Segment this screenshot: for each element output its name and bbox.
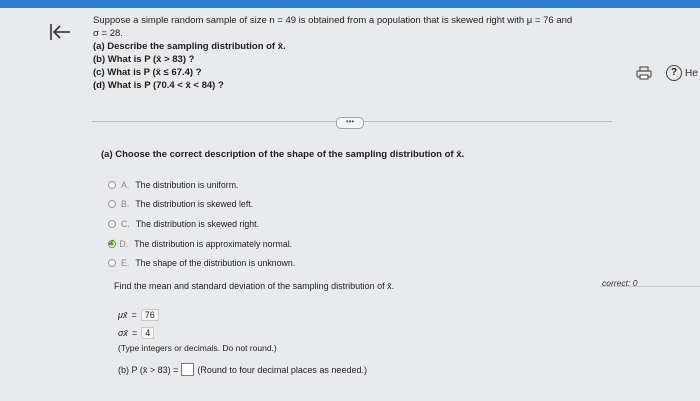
mean-answer-box[interactable]: 76 bbox=[140, 309, 159, 321]
option-b-letter: B. bbox=[121, 199, 130, 209]
option-c-letter: C. bbox=[121, 219, 130, 229]
option-a[interactable]: A. The distribution is uniform. bbox=[108, 180, 238, 190]
sd-symbol: σx̄ bbox=[118, 328, 128, 338]
radio-b[interactable] bbox=[108, 200, 116, 208]
question-a-prompt: (a) Choose the correct description of th… bbox=[101, 149, 465, 160]
question-content: (a) Choose the correct description of th… bbox=[0, 0, 700, 401]
part-b-suffix: (Round to four decimal places as needed.… bbox=[197, 364, 367, 375]
mean-row: μx̄ = 76 bbox=[118, 309, 159, 321]
option-d[interactable]: ✔ D. The distribution is approximately n… bbox=[107, 238, 293, 249]
mean-equals: = bbox=[131, 310, 137, 320]
option-d-text: The distribution is approximately normal… bbox=[134, 238, 293, 249]
option-e-text: The shape of the distribution is unknown… bbox=[135, 258, 296, 268]
instruction-hint: (Type integers or decimals. Do not round… bbox=[118, 343, 277, 353]
option-b[interactable]: B. The distribution is skewed left. bbox=[108, 199, 253, 209]
option-a-letter: A. bbox=[121, 180, 130, 190]
option-c[interactable]: C. The distribution is skewed right. bbox=[108, 219, 259, 229]
sd-equals: = bbox=[131, 328, 138, 338]
part-b-prefix: (b) P (x̄ > 83) = bbox=[118, 364, 179, 375]
sd-row: σx̄ = 4 bbox=[118, 327, 155, 339]
checkmark-icon: ✔ bbox=[107, 238, 116, 249]
radio-c[interactable] bbox=[108, 220, 116, 228]
radio-a[interactable] bbox=[108, 181, 116, 189]
option-e-letter: E. bbox=[121, 258, 130, 268]
mean-symbol: μx̄ bbox=[118, 310, 128, 320]
option-e[interactable]: E. The shape of the distribution is unkn… bbox=[108, 258, 295, 268]
sd-answer-box[interactable]: 4 bbox=[141, 327, 155, 339]
find-mean-sd-prompt: Find the mean and standard deviation of … bbox=[114, 281, 395, 291]
part-b-answer-input[interactable] bbox=[181, 363, 195, 376]
option-d-letter: D. bbox=[119, 238, 129, 249]
radio-e[interactable] bbox=[108, 259, 116, 267]
part-b-question: (b) P (x̄ > 83) = (Round to four decimal… bbox=[118, 363, 367, 376]
option-b-text: The distribution is skewed left. bbox=[135, 199, 254, 209]
option-c-text: The distribution is skewed right. bbox=[135, 219, 260, 229]
option-a-text: The distribution is uniform. bbox=[135, 180, 239, 190]
correct-count: correct: 0 bbox=[602, 278, 638, 288]
